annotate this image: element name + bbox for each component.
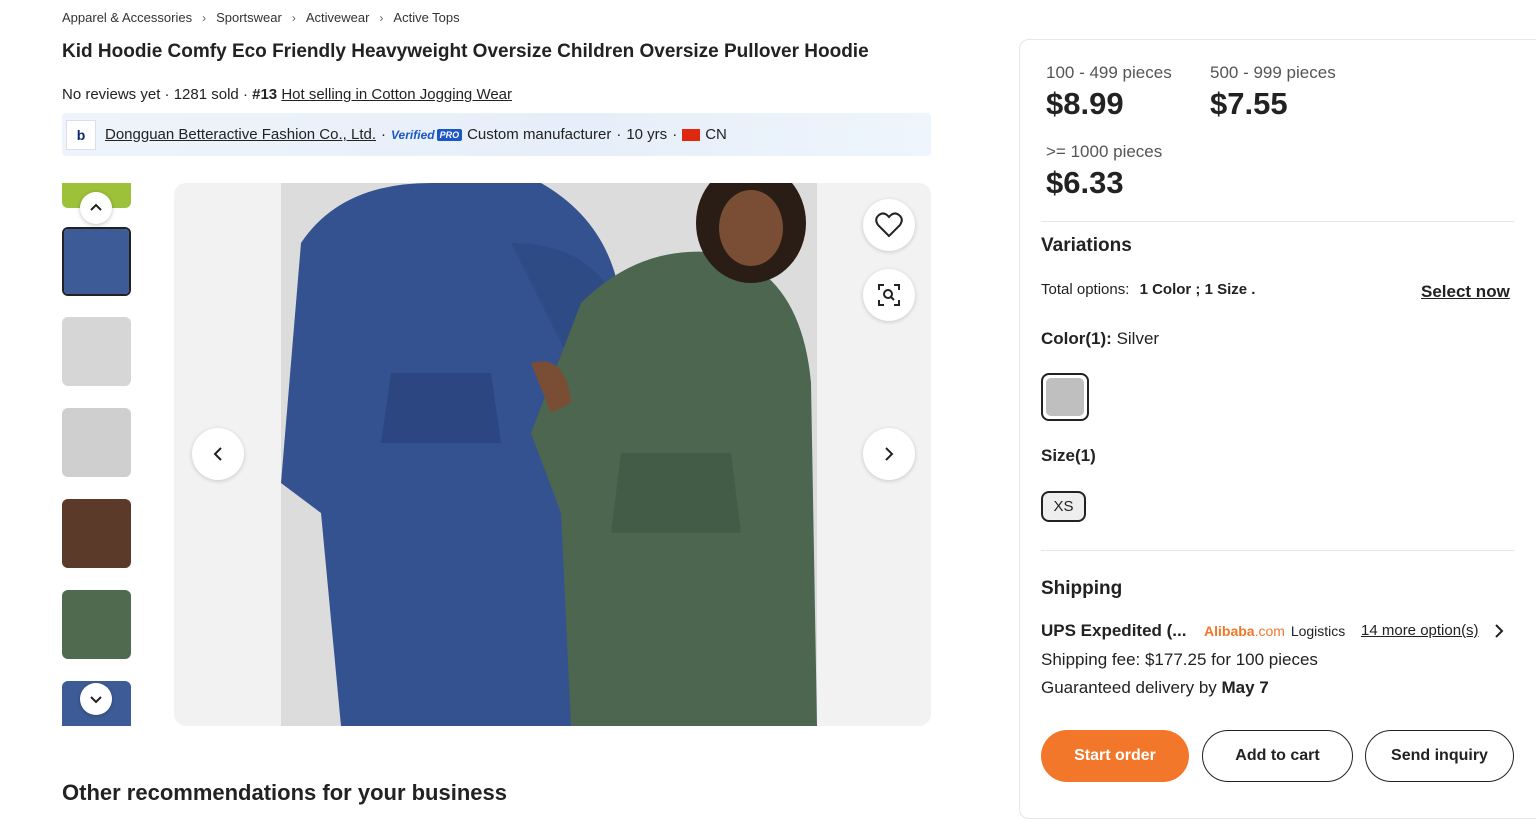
- chevron-right-icon[interactable]: [1493, 623, 1505, 644]
- heart-icon: [875, 212, 903, 238]
- thumbnail[interactable]: [62, 317, 131, 386]
- supplier-years: 10 yrs: [626, 126, 668, 143]
- size-label: Size(1): [1041, 446, 1096, 465]
- shipping-fee: Shipping fee: $177.25 for 100 pieces: [1041, 650, 1318, 669]
- main-product-image[interactable]: [174, 183, 931, 726]
- size-option-xs[interactable]: XS: [1041, 491, 1086, 522]
- total-options: Total options: 1 Color ; 1 Size .: [1041, 281, 1255, 298]
- chevron-right-icon: [885, 447, 894, 461]
- breadcrumb-item[interactable]: Apparel & Accessories: [62, 10, 192, 25]
- swatch-fill: [1046, 378, 1084, 416]
- supplier-name-link[interactable]: Dongguan Betteractive Fashion Co., Ltd.: [105, 126, 376, 143]
- alibaba-brand: Alibaba: [1204, 623, 1255, 639]
- total-options-label: Total options:: [1041, 281, 1130, 298]
- thumbnail-down-button[interactable]: [80, 683, 112, 715]
- breadcrumb-item[interactable]: Active Tops: [393, 10, 459, 25]
- pro-badge: PRO: [436, 128, 463, 141]
- delivery-date: May 7: [1221, 678, 1269, 697]
- product-photo: [281, 183, 817, 726]
- chevron-right-icon: ›: [379, 10, 384, 25]
- variations-heading: Variations: [1041, 235, 1132, 256]
- logistics-word: Logistics: [1290, 623, 1346, 639]
- color-row: Color(1): Silver: [1041, 329, 1159, 349]
- thumbnail[interactable]: [62, 499, 131, 568]
- select-now-link[interactable]: Select now: [1421, 282, 1510, 302]
- product-photo-illustration: [281, 183, 817, 726]
- delivery-prefix: Guaranteed delivery by: [1041, 678, 1217, 697]
- rank-badge: #13: [252, 86, 278, 103]
- image-search-button[interactable]: [863, 269, 915, 321]
- thumbnail-selected[interactable]: [62, 227, 131, 296]
- divider: [1041, 221, 1514, 222]
- breadcrumb-item[interactable]: Activewear: [306, 10, 370, 25]
- previous-image-button[interactable]: [192, 428, 244, 480]
- chevron-up-icon: [90, 203, 102, 211]
- price-tier: 500 - 999 pieces $7.55: [1210, 63, 1336, 122]
- color-label: Color(1):: [1041, 329, 1112, 348]
- price-tier-price: $8.99: [1046, 86, 1124, 121]
- thumbnail-up-button[interactable]: [80, 192, 112, 224]
- breadcrumb: Apparel & Accessories › Sportswear › Act…: [62, 10, 460, 25]
- price-tier: 100 - 499 pieces $8.99: [1046, 63, 1172, 122]
- more-shipping-options-link[interactable]: 14 more option(s): [1361, 622, 1479, 639]
- chevron-left-icon: [213, 447, 222, 461]
- reviews-text: No reviews yet: [62, 86, 161, 103]
- color-swatch-silver[interactable]: [1041, 373, 1089, 421]
- alibaba-logistics-logo: Alibaba.com Logistics: [1204, 623, 1345, 639]
- image-search-icon: [878, 284, 900, 306]
- recommendations-heading: Other recommendations for your business: [62, 780, 507, 805]
- next-image-button[interactable]: [863, 428, 915, 480]
- add-to-cart-button[interactable]: Add to cart: [1202, 730, 1353, 782]
- color-value: Silver: [1116, 329, 1160, 348]
- thumbnail-strip: [62, 183, 132, 726]
- price-tier-price: $6.33: [1046, 165, 1124, 200]
- divider: [1041, 550, 1514, 551]
- chevron-right-icon: ›: [291, 10, 296, 25]
- total-options-value: 1 Color ; 1 Size .: [1139, 281, 1256, 298]
- thumbnail[interactable]: [62, 590, 131, 659]
- favorite-button[interactable]: [863, 199, 915, 251]
- shipping-heading: Shipping: [1041, 578, 1123, 599]
- price-tier-qty: 100 - 499 pieces: [1046, 63, 1172, 82]
- delivery-guarantee: Guaranteed delivery by May 7: [1041, 678, 1269, 698]
- rank-link[interactable]: Hot selling in Cotton Jogging Wear: [281, 86, 512, 103]
- send-inquiry-button[interactable]: Send inquiry: [1365, 730, 1514, 782]
- china-flag-icon: [682, 128, 701, 141]
- product-title: Kid Hoodie Comfy Eco Friendly Heavyweigh…: [62, 41, 869, 62]
- breadcrumb-item[interactable]: Sportswear: [216, 10, 282, 25]
- supplier-logo[interactable]: b: [66, 119, 96, 150]
- alibaba-com: .com: [1254, 623, 1285, 639]
- chevron-down-icon: [90, 696, 102, 704]
- price-tier: >= 1000 pieces $6.33: [1046, 142, 1162, 201]
- supplier-bar: b Dongguan Betteractive Fashion Co., Ltd…: [62, 113, 931, 156]
- chevron-right-icon: ›: [202, 10, 207, 25]
- price-tier-price: $7.55: [1210, 86, 1288, 121]
- thumbnail[interactable]: [62, 408, 131, 477]
- shipping-method: UPS Expedited (...: [1041, 621, 1187, 640]
- product-meta: No reviews yet · 1281 sold · #13 Hot sel…: [62, 86, 513, 103]
- supplier-country: CN: [705, 126, 727, 143]
- price-tier-qty: 500 - 999 pieces: [1210, 63, 1336, 82]
- price-tier-qty: >= 1000 pieces: [1046, 142, 1163, 161]
- supplier-type: Custom manufacturer: [467, 126, 612, 143]
- start-order-button[interactable]: Start order: [1041, 730, 1189, 782]
- verified-badge: Verified: [391, 127, 435, 142]
- sold-count: 1281 sold: [173, 86, 239, 103]
